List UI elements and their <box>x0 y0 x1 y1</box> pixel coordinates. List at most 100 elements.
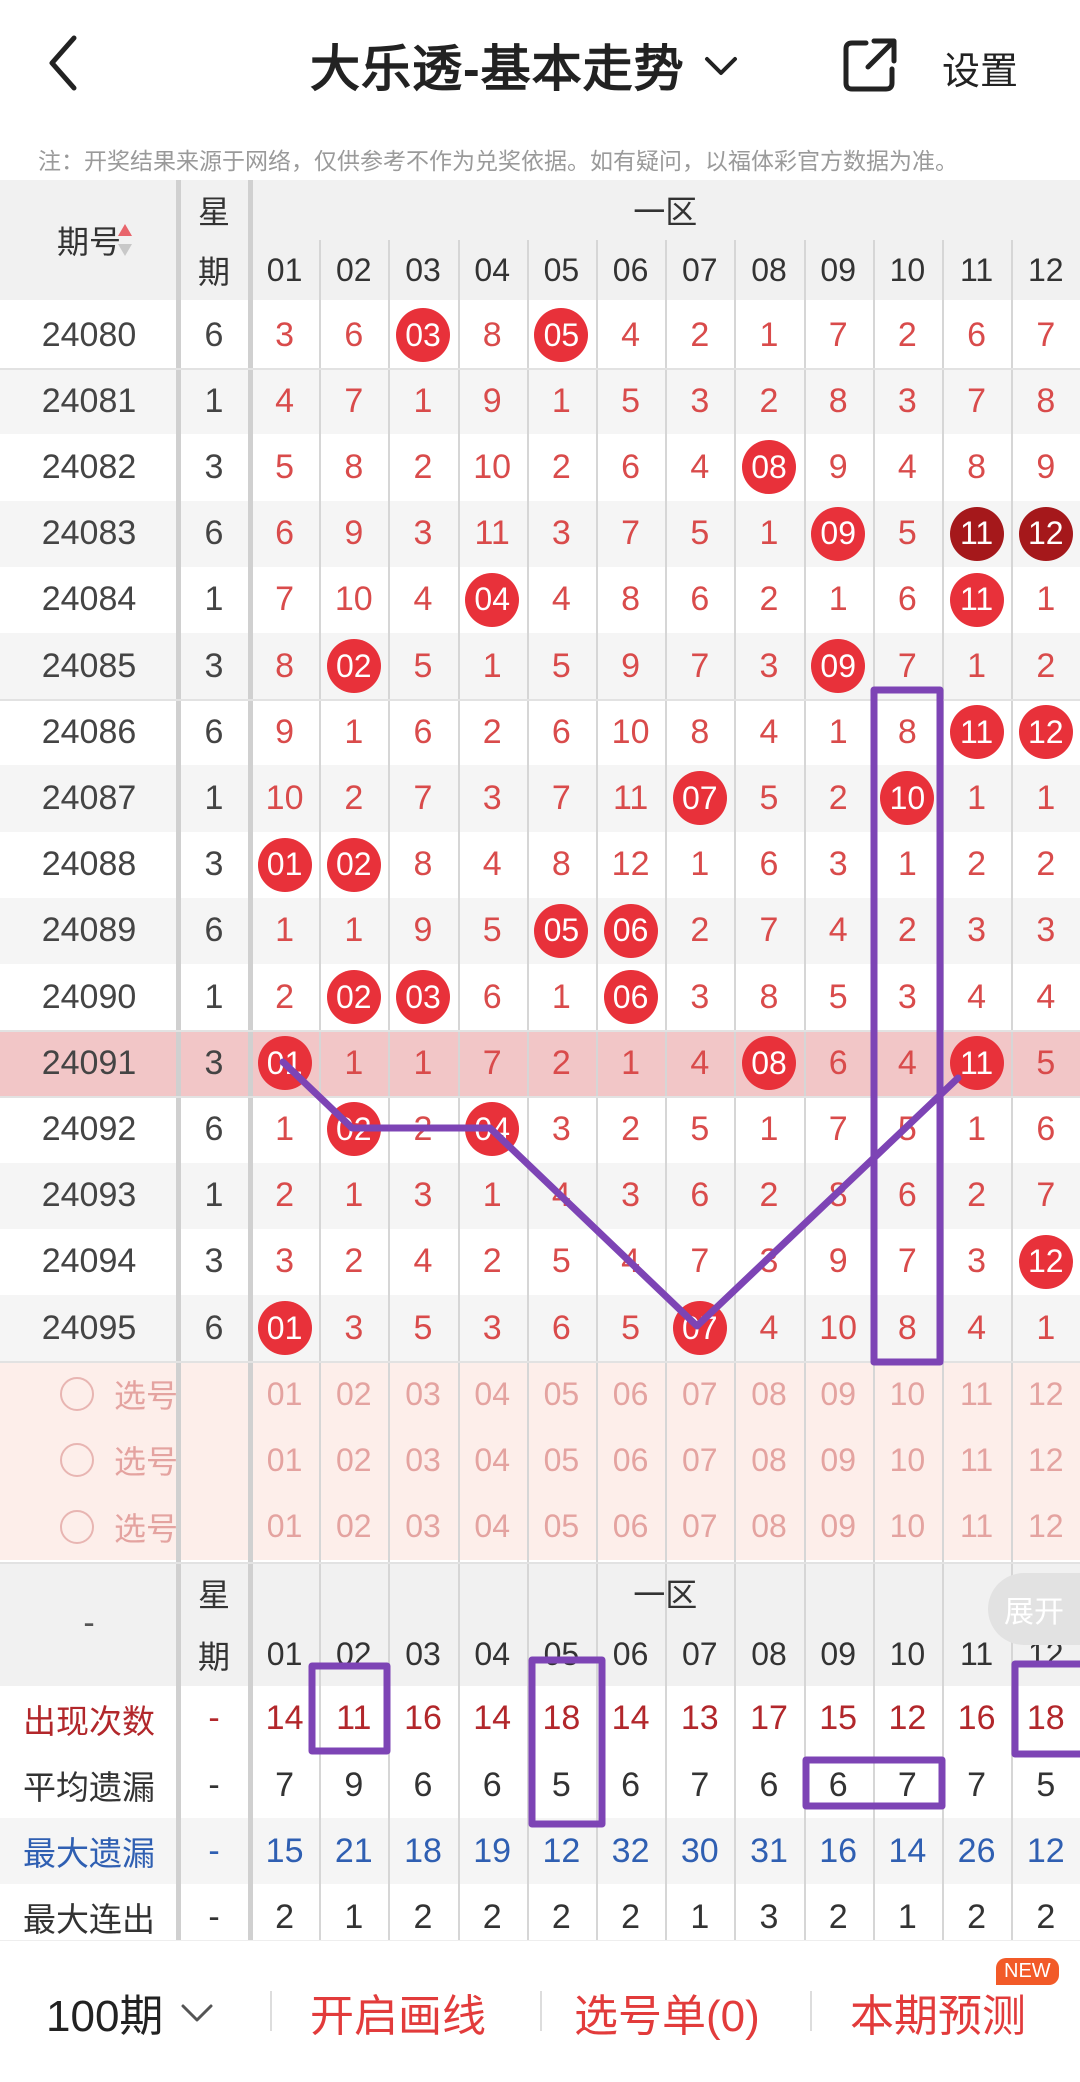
pick-number-option[interactable]: 04 <box>458 1361 527 1427</box>
miss-count: 1 <box>759 514 779 553</box>
pick-number-option[interactable]: 02 <box>319 1427 388 1493</box>
miss-count: 7 <box>551 778 571 817</box>
miss-count: 11 <box>474 514 510 553</box>
pick-number-option[interactable]: 03 <box>388 1494 457 1560</box>
miss-count: 5 <box>690 514 710 553</box>
pick-number-option[interactable]: 08 <box>734 1494 803 1560</box>
miss-count: 3 <box>482 778 502 817</box>
column-divider <box>942 240 944 1951</box>
pick-number-option[interactable]: 03 <box>388 1361 457 1427</box>
pick-number-option[interactable]: 07 <box>665 1427 734 1493</box>
pick-selector[interactable]: 选号 <box>0 1427 250 1493</box>
table-row: 24089 6 1 1 9 5 05 06 2 7 4 2 3 3 <box>0 897 1080 964</box>
miss-count: 1 <box>828 580 848 619</box>
stat-value: 9 <box>344 1765 364 1804</box>
pick-number-option[interactable]: 12 <box>1011 1427 1080 1493</box>
pick-number-option[interactable]: 09 <box>804 1494 873 1560</box>
period-number: 24090 <box>41 977 137 1016</box>
miss-count: 1 <box>759 1109 779 1148</box>
settings-button[interactable]: 设置 <box>942 40 1018 95</box>
miss-count: 3 <box>344 1308 364 1347</box>
miss-count: 2 <box>967 1176 987 1215</box>
drawn-number-ball: 12 <box>1018 506 1073 561</box>
pick-number-option[interactable]: 03 <box>388 1427 457 1493</box>
number-cell: 7 <box>527 765 596 831</box>
expand-button[interactable]: 展开 <box>988 1573 1080 1645</box>
number-cell: 7 <box>665 633 734 699</box>
column-header: 02 <box>335 251 372 288</box>
pick-number-option[interactable]: 10 <box>873 1494 942 1560</box>
pick-number-option[interactable]: 06 <box>596 1494 665 1560</box>
miss-count: 3 <box>690 381 710 420</box>
week-header-label-top: 星 <box>197 194 230 230</box>
pick-number-option[interactable]: 06 <box>596 1427 665 1493</box>
miss-count: 4 <box>413 580 433 619</box>
back-arrow-icon[interactable] <box>40 28 90 98</box>
pick-number-option[interactable]: 09 <box>804 1361 873 1427</box>
pick-number-option[interactable]: 04 <box>458 1494 527 1560</box>
pick-number-option[interactable]: 11 <box>942 1361 1011 1427</box>
pick-number-option[interactable]: 05 <box>527 1427 596 1493</box>
number-cell: 4 <box>388 1229 457 1295</box>
number-cell: 12 <box>1011 1229 1080 1295</box>
pick-number-option[interactable]: 05 <box>527 1361 596 1427</box>
miss-count: 1 <box>275 911 295 950</box>
period-header-label[interactable]: 期号 <box>0 180 178 300</box>
radio-button[interactable] <box>60 1443 94 1478</box>
pick-list-button[interactable]: 选号单(0) <box>574 1941 760 2082</box>
number-cell: 7 <box>1011 1163 1080 1229</box>
number-cell: 2 <box>942 1163 1011 1229</box>
week-header-label-bottom: 期 <box>197 254 230 290</box>
pick-number-option[interactable]: 02 <box>319 1494 388 1560</box>
pick-number-option[interactable]: 01 <box>250 1361 319 1427</box>
number-cell: 6 <box>250 501 319 567</box>
drawn-number-ball: 11 <box>949 1036 1004 1091</box>
sort-icon[interactable] <box>116 222 134 258</box>
pick-selector[interactable]: 选号 <box>0 1361 250 1427</box>
pick-number-option[interactable]: 11 <box>942 1494 1011 1560</box>
pick-number-option[interactable]: 08 <box>734 1361 803 1427</box>
pick-number-option[interactable]: 11 <box>942 1427 1011 1493</box>
pick-number-option[interactable]: 02 <box>319 1361 388 1427</box>
title-dropdown[interactable]: 大乐透-基本走势 <box>310 30 741 100</box>
period-count-dropdown[interactable]: 100期 <box>46 1941 217 2082</box>
number-cell: 04 <box>458 567 527 633</box>
miss-count: 5 <box>690 1109 710 1148</box>
miss-count: 1 <box>344 1043 364 1082</box>
pick-number-option[interactable]: 01 <box>250 1427 319 1493</box>
draw-lines-button[interactable]: 开启画线 <box>310 1941 486 2082</box>
pick-number-option[interactable]: 12 <box>1011 1361 1080 1427</box>
radio-button[interactable] <box>60 1377 94 1412</box>
pick-number-option[interactable]: 05 <box>527 1494 596 1560</box>
pick-number-option[interactable]: 07 <box>665 1494 734 1560</box>
pick-number-option[interactable]: 09 <box>804 1427 873 1493</box>
pick-number-option[interactable]: 10 <box>873 1361 942 1427</box>
pick-number-option[interactable]: 06 <box>596 1361 665 1427</box>
column-header: 04 <box>474 251 510 288</box>
miss-count: 2 <box>344 1242 364 1281</box>
number-cell: 6 <box>527 1295 596 1361</box>
column-header: 12 <box>1027 251 1064 288</box>
pick-number-option[interactable]: 01 <box>250 1494 319 1560</box>
number-cell: 6 <box>873 1163 942 1229</box>
miss-count: 2 <box>344 778 364 817</box>
share-icon[interactable] <box>840 35 900 95</box>
pick-number-option[interactable]: 10 <box>873 1427 942 1493</box>
number-cell: 1 <box>319 898 388 964</box>
miss-count: 3 <box>275 1242 295 1281</box>
miss-count: 6 <box>897 580 917 619</box>
row-divider <box>0 1361 1080 1364</box>
radio-button[interactable] <box>60 1509 94 1544</box>
pick-number-option[interactable]: 04 <box>458 1427 527 1493</box>
miss-count: 3 <box>482 1308 502 1347</box>
number-cell: 1 <box>734 501 803 567</box>
miss-count: 7 <box>482 1043 502 1082</box>
pick-number-option[interactable]: 08 <box>734 1427 803 1493</box>
stat-value: 11 <box>336 1699 372 1738</box>
pick-number-option[interactable]: 12 <box>1011 1494 1080 1560</box>
miss-count: 5 <box>413 646 433 685</box>
number-cell: 07 <box>665 765 734 831</box>
pick-selector[interactable]: 选号 <box>0 1494 250 1560</box>
pick-number-option[interactable]: 07 <box>665 1361 734 1427</box>
miss-count: 8 <box>828 1176 848 1215</box>
